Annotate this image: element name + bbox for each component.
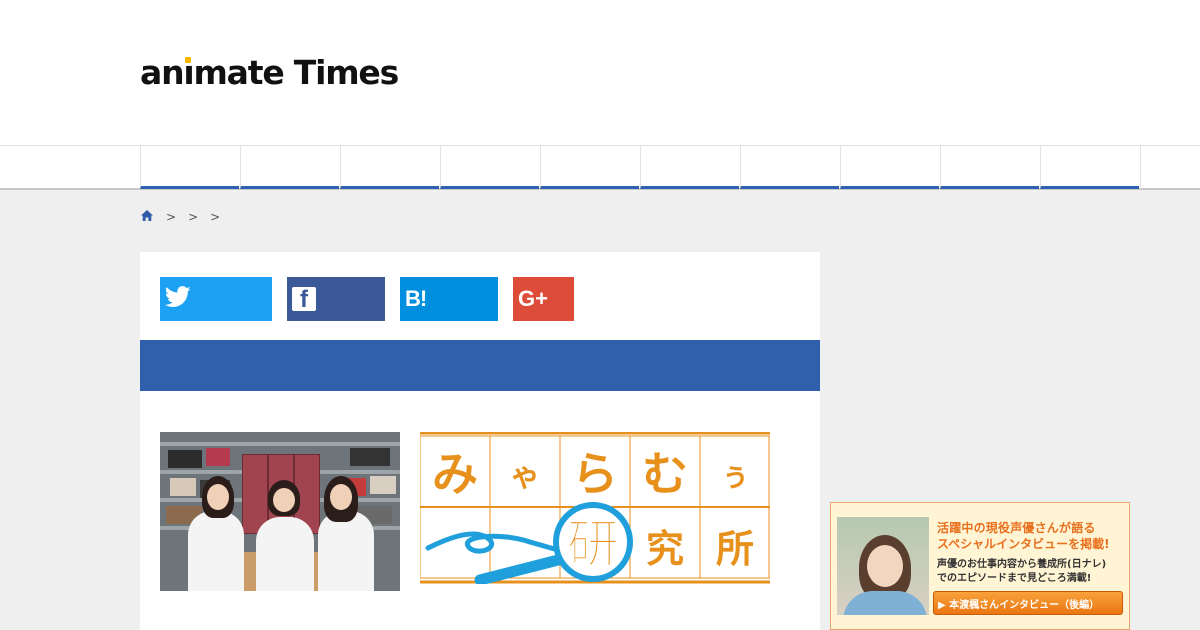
site-logo[interactable]: anımate Times (140, 52, 399, 94)
lab-logo: み ゃ ら む ぅ 究 所 研 (420, 432, 770, 584)
google-plus-icon: G+ (518, 286, 548, 311)
nav-item-9[interactable] (940, 146, 1039, 189)
sidebar-ad-banner[interactable]: 活躍中の現役声優さんが語る スペシャルインタビューを掲載! 声優のお仕事内容から… (830, 502, 1130, 630)
breadcrumb-separator: > (188, 210, 199, 224)
facebook-share-button[interactable]: f (287, 277, 385, 321)
ad-headline-1: 活躍中の現役声優さんが語る (937, 521, 1096, 535)
hatena-bookmark-icon: B! (405, 286, 427, 311)
nav-item-10[interactable] (1040, 146, 1139, 189)
nav-item-8[interactable] (840, 146, 939, 189)
hatena-share-button[interactable]: B! (400, 277, 498, 321)
logo-char: 究 (646, 527, 684, 571)
logo-char: み (432, 447, 478, 501)
logo-char: む (642, 447, 688, 501)
site-header: anımate Times (0, 0, 1200, 145)
nav-item-1[interactable] (140, 146, 239, 189)
twitter-icon (164, 286, 191, 312)
ad-interview-button[interactable]: ▶ 本渡楓さんインタビュー（後編） (933, 591, 1123, 615)
home-icon[interactable] (140, 209, 154, 225)
nav-item-4[interactable] (440, 146, 539, 189)
nav-item-2[interactable] (240, 146, 339, 189)
ad-text-1: 声優のお仕事内容から養成所(日ナレ) (937, 559, 1107, 570)
ad-photo (837, 517, 929, 615)
ad-headline-2: スペシャルインタビューを掲載! (937, 537, 1110, 551)
breadcrumb-separator: > (166, 210, 177, 224)
logo-char: ゃ (510, 459, 540, 494)
article-card: f B! G+ み ゃ ら む ぅ 究 所 研 (140, 252, 820, 630)
nav-item-6[interactable] (640, 146, 739, 189)
main-nav (0, 145, 1200, 190)
logo-char: 研 (567, 515, 619, 575)
logo-char: ら (572, 447, 618, 501)
ad-text-2: でのエピソードまで見どころ満載! (937, 573, 1092, 584)
googleplus-share-button[interactable]: G+ (513, 277, 574, 321)
logo-char: 所 (716, 527, 754, 571)
nav-item-7[interactable] (740, 146, 839, 189)
logo-char: ぅ (720, 459, 750, 494)
nav-item-5[interactable] (540, 146, 639, 189)
breadcrumb: > > > (140, 208, 220, 226)
nav-item-3[interactable] (340, 146, 439, 189)
article-photo[interactable] (160, 432, 400, 591)
article-title-bar (140, 340, 820, 391)
breadcrumb-separator: > (210, 210, 221, 224)
facebook-icon: f (292, 286, 316, 313)
nav-item-11[interactable] (1140, 146, 1200, 189)
twitter-share-button[interactable] (160, 277, 272, 321)
